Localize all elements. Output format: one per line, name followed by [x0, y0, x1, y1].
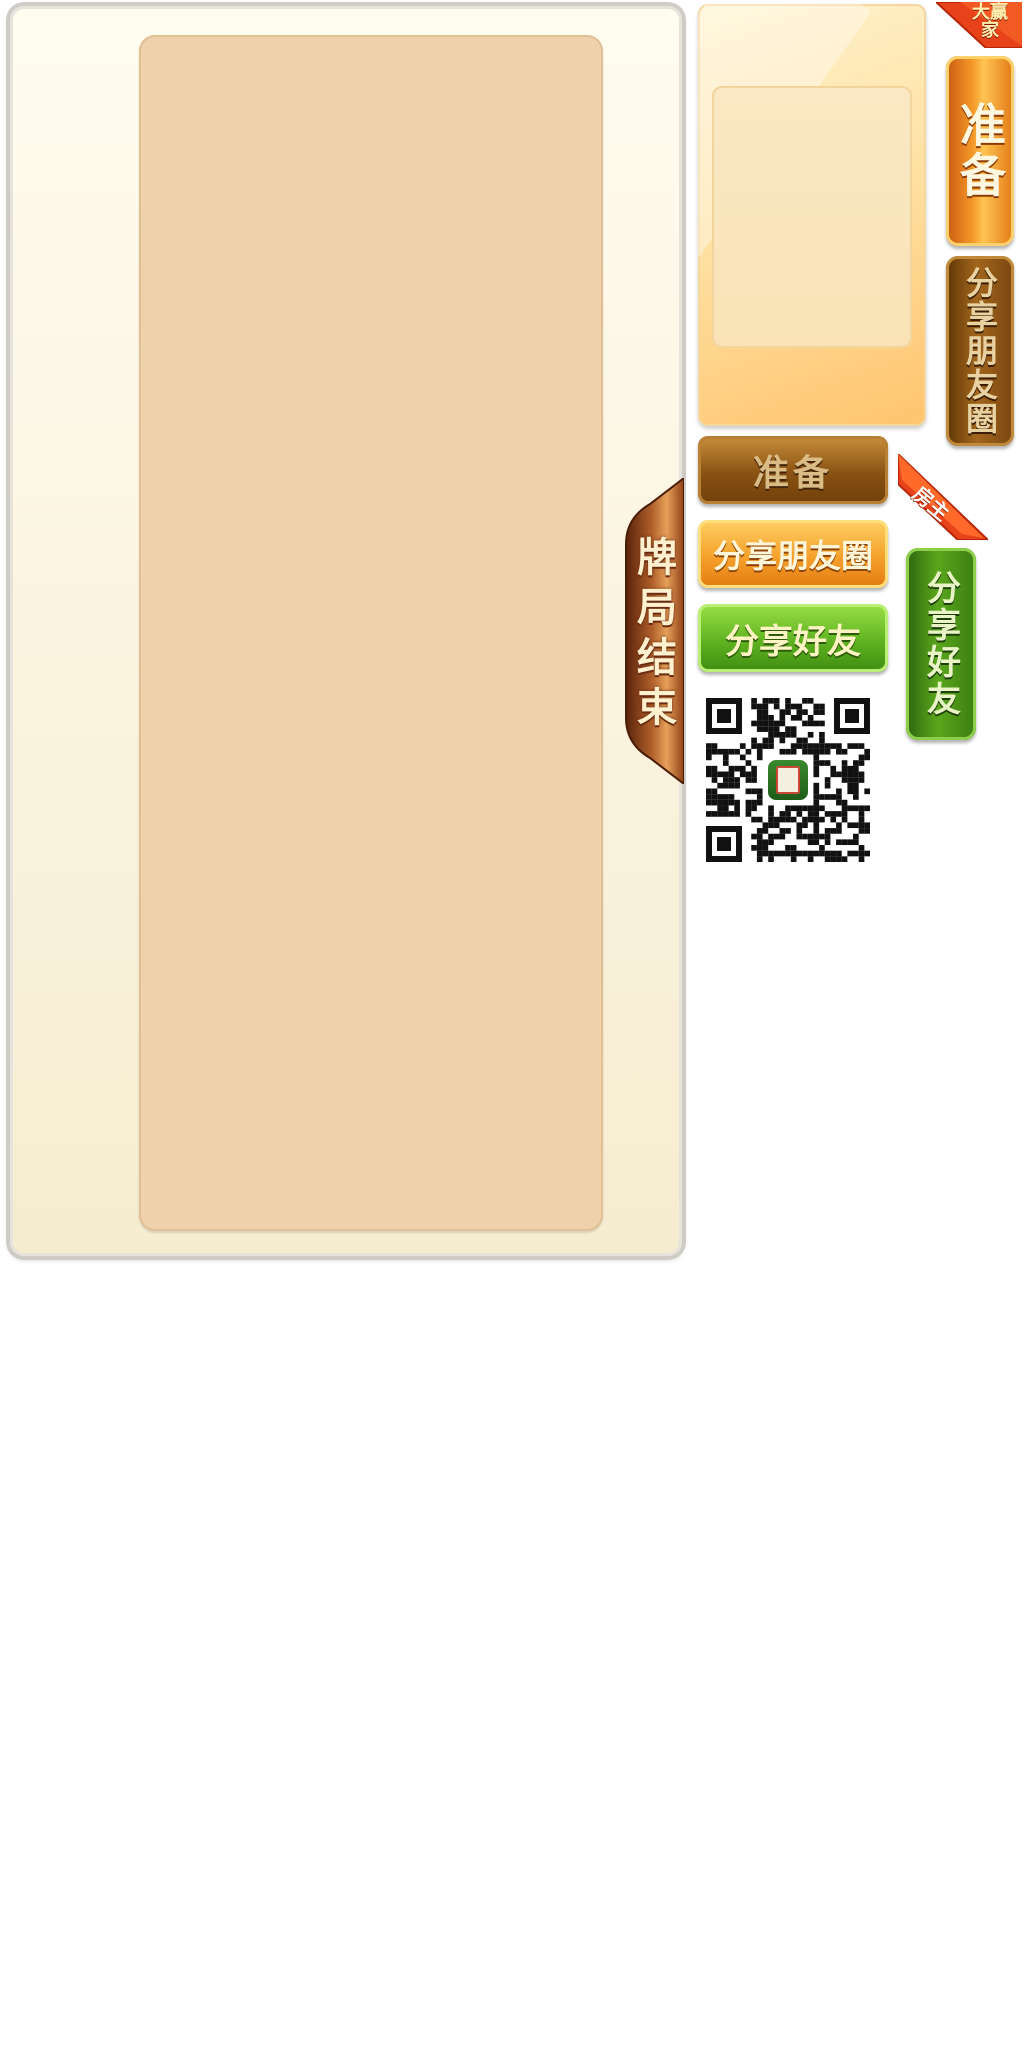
- result-panel: [10, 6, 682, 1256]
- share-moments-button-vertical[interactable]: 分享朋友圈: [946, 256, 1014, 446]
- ready-button-horizontal-label: 准备: [752, 453, 833, 494]
- share-friend-button-vertical-label: 分享好友: [920, 570, 961, 718]
- share-moments-button-horizontal[interactable]: 分享朋友圈: [698, 520, 888, 588]
- share-moments-button-horizontal-label: 分享朋友圈: [712, 537, 873, 575]
- share-friend-button-horizontal-label: 分享好友: [725, 621, 861, 662]
- result-list-area: [139, 35, 603, 1231]
- host-badge: 房主: [897, 451, 991, 541]
- ready-button-vertical[interactable]: 准备: [946, 56, 1014, 246]
- game-over-tab: 牌局结束: [620, 478, 684, 784]
- winner-badge: 大赢家: [933, 1, 1023, 49]
- mahjong-app-icon: [768, 760, 808, 800]
- ready-button-vertical-label: 准备: [953, 101, 1007, 201]
- winner-label: 大赢家: [972, 2, 1008, 41]
- share-moments-button-vertical-label: 分享朋友圈: [961, 266, 999, 436]
- ready-button-horizontal[interactable]: 准备: [698, 436, 888, 504]
- qr-code-icon: [706, 698, 870, 862]
- share-friend-button-vertical[interactable]: 分享好友: [906, 548, 976, 740]
- avatar-slot: [712, 86, 912, 348]
- game-over-label: 牌局结束: [630, 536, 676, 736]
- avatar-frame: [698, 4, 926, 426]
- share-friend-button-horizontal[interactable]: 分享好友: [698, 604, 888, 672]
